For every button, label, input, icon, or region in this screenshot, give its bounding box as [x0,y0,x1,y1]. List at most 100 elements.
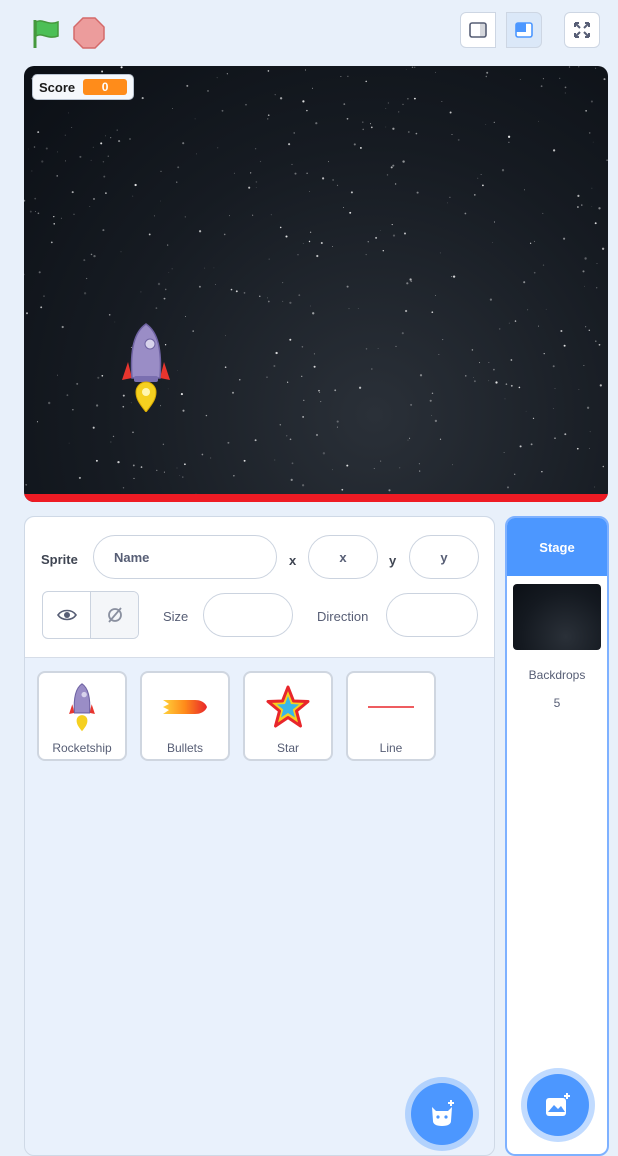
stage-canvas[interactable]: Score 0 [24,66,608,502]
direction-input[interactable] [386,593,478,637]
star-dot [375,236,378,239]
star-dot [192,330,194,332]
add-backdrop-button[interactable] [527,1074,589,1136]
star-dot [508,141,510,143]
fullscreen-button[interactable] [564,12,600,48]
sprite-label: Sprite [41,552,78,567]
star-dot [592,141,594,143]
green-flag-icon[interactable] [28,16,64,52]
star-dot [101,374,104,377]
star-dot [508,322,510,324]
star-dot [485,124,487,125]
star-dot [155,307,158,309]
star-dot [595,67,597,69]
star-dot [71,127,73,129]
star-dot [176,181,178,183]
star-dot [50,241,53,244]
star-dot [577,194,580,197]
star-dot [60,217,62,219]
star-icon [266,685,310,728]
star-dot [446,202,448,204]
star-dot [542,78,544,80]
sprite-thumb-star[interactable]: Star [243,671,333,761]
star-dot [552,149,556,152]
x-input[interactable]: x [308,535,378,579]
star-dot [357,308,359,309]
star-dot [184,216,186,218]
star-dot [564,92,566,94]
star-dot [606,159,608,161]
star-dot [116,129,118,131]
sprite-info-panel: Sprite Name x x y y Size Direction [25,517,494,658]
hide-button[interactable] [90,592,138,638]
star-dot [134,183,137,187]
rocketship-sprite[interactable] [120,322,172,412]
star-dot [297,254,299,256]
star-dot [563,237,566,240]
star-dot [588,329,591,332]
star-dot [343,206,344,208]
star-dot [471,349,474,351]
stop-icon[interactable] [72,16,106,50]
star-dot [267,70,270,72]
sprite-thumb-bullets[interactable]: Bullets [140,671,230,761]
star-dot [315,122,318,125]
star-dot [434,71,436,73]
star-dot [449,196,451,198]
star-dot [274,94,276,96]
star-dot [407,439,409,441]
star-dot [451,276,453,278]
star-dot [392,164,395,167]
star-dot [68,112,69,114]
star-dot [554,387,556,389]
star-dot [367,241,369,243]
star-dot [184,463,186,466]
star-dot [90,159,92,161]
star-dot [92,426,95,429]
star-dot [495,381,498,384]
star-dot [534,240,535,242]
star-dot [477,177,479,179]
sprite-name-placeholder: Name [114,549,150,565]
y-input[interactable]: y [409,535,479,579]
star-dot [319,391,321,394]
normal-stage-button[interactable] [506,12,542,48]
star-dot [594,486,596,488]
star-dot [336,420,339,423]
star-dot [163,297,166,300]
size-input[interactable] [203,593,293,637]
sprite-name-input[interactable]: Name [93,535,277,579]
backdrop-thumbnail [513,584,601,650]
star-dot [302,100,305,103]
star-dot [576,447,579,450]
star-dot [563,344,566,347]
star-dot [564,433,567,436]
star-dot [365,80,367,83]
star-dot [584,257,587,260]
star-dot [210,457,212,459]
star-dot [68,442,70,444]
small-stage-button[interactable] [460,12,496,48]
star-dot [171,268,173,270]
add-sprite-button[interactable] [411,1083,473,1145]
star-dot [198,230,202,233]
star-dot [431,415,432,416]
star-dot [346,117,349,120]
star-dot [449,111,452,114]
score-monitor[interactable]: Score 0 [32,74,135,100]
star-dot [320,241,323,245]
star-dot [132,431,134,434]
star-dot [343,103,346,105]
star-dot [289,438,292,441]
sprite-thumb-rocketship[interactable]: Rocketship [37,671,127,761]
sprite-thumb-line[interactable]: Line [346,671,436,761]
stage-selector[interactable]: Stage Backdrops 5 [505,516,609,1156]
star-dot [48,401,51,405]
star-dot [254,439,257,442]
show-button[interactable] [43,592,90,638]
star-dot [217,147,219,149]
star-dot [435,295,436,296]
star-dot [89,206,91,207]
star-dot [525,410,527,412]
star-dot [92,146,94,148]
